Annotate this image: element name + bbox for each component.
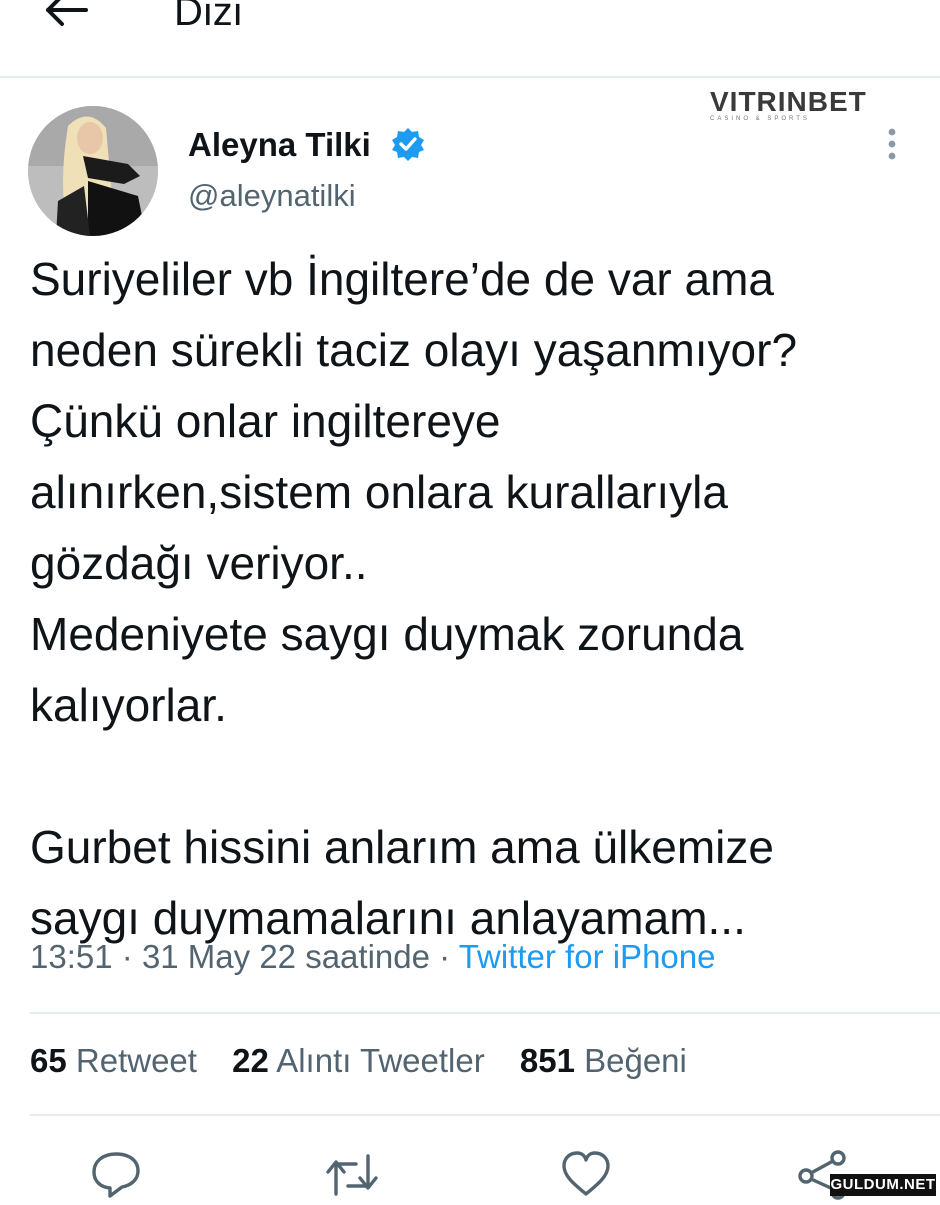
divider — [30, 1114, 940, 1116]
back-arrow-icon[interactable] — [44, 0, 90, 34]
divider — [30, 1012, 940, 1014]
retweet-count-number: 65 — [30, 1042, 67, 1079]
page-title: Dizi — [174, 0, 243, 34]
author-name[interactable]: Aleyna Tilki — [188, 126, 371, 164]
reply-icon[interactable] — [86, 1148, 146, 1200]
tweet-source-link[interactable]: Twitter for iPhone — [459, 938, 716, 975]
retweet-icon[interactable] — [322, 1148, 382, 1200]
avatar[interactable] — [28, 106, 158, 236]
tweet-date[interactable]: 31 May 22 saatinde — [142, 938, 430, 975]
tweet-line: Gurbet hissini anlarım ama ülkemize — [30, 821, 774, 873]
tweet-line: Çünkü onlar ingiltereye — [30, 395, 501, 447]
author-handle[interactable]: @aleynatilki — [188, 178, 356, 214]
tweet-meta: 13:51 · 31 May 22 saatinde · Twitter for… — [30, 938, 715, 976]
quote-count-label: Alıntı Tweetler — [276, 1042, 485, 1079]
tweet-line: neden sürekli taciz olayı yaşanmıyor? — [30, 324, 798, 376]
more-options-icon[interactable] — [874, 124, 910, 164]
vitrinbet-watermark: VITRINBET CASINO & SPORTS — [710, 86, 867, 126]
watermark-brand: VITRINBET — [710, 86, 867, 117]
gulum-watermark: GULDUM.NET — [830, 1174, 936, 1196]
tweet-line — [30, 741, 920, 812]
retweet-count-label: Retweet — [75, 1042, 197, 1079]
tweet-stats: 65 Retweet 22 Alıntı Tweetler 851 Beğeni — [30, 1042, 713, 1080]
tweet-line: Medeniyete saygı duymak zorunda — [30, 608, 744, 660]
like-icon[interactable] — [556, 1148, 616, 1200]
quote-count-number: 22 — [232, 1042, 269, 1079]
tweet-line: kalıyorlar. — [30, 679, 227, 731]
retweet-count[interactable]: 65 Retweet — [30, 1042, 197, 1079]
tweet-text: Suriyeliler vb İngiltere’de de var ama n… — [30, 244, 920, 954]
meta-separator: · — [439, 938, 459, 975]
tweet-time[interactable]: 13:51 — [30, 938, 113, 975]
like-count-label: Beğeni — [584, 1042, 687, 1079]
like-count[interactable]: 851 Beğeni — [520, 1042, 687, 1079]
tweet-line: gözdağı veriyor.. — [30, 537, 368, 589]
tweet-line: Suriyeliler vb İngiltere’de de var ama — [30, 253, 775, 305]
meta-separator: · — [121, 938, 142, 975]
top-bar: Dizi — [0, 0, 940, 78]
like-count-number: 851 — [519, 1042, 575, 1079]
verified-badge-icon — [390, 126, 426, 162]
tweet-line: alınırken,sistem onlara kurallarıyla — [30, 466, 728, 518]
quote-tweet-count[interactable]: 22 Alıntı Tweetler — [232, 1042, 485, 1079]
